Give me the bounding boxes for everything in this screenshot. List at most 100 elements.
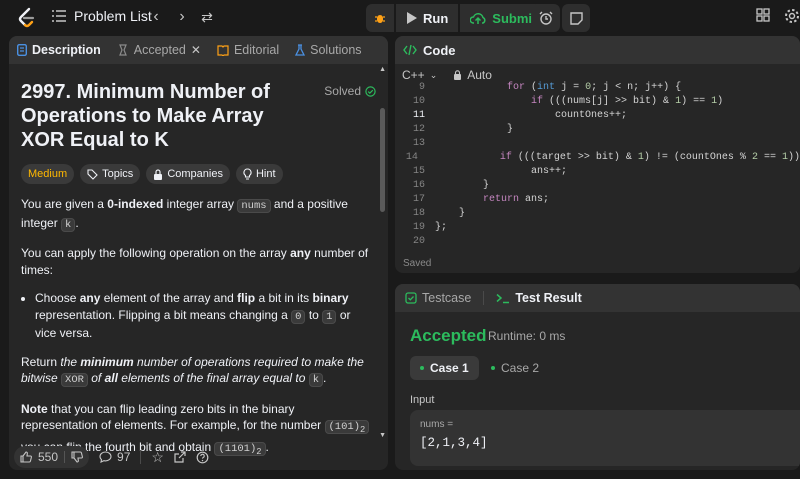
- case-2-tab[interactable]: Case 2: [481, 356, 549, 380]
- thumbs-down-icon[interactable]: [71, 451, 83, 463]
- share-icon[interactable]: [174, 451, 186, 463]
- vote-divider: [64, 451, 66, 463]
- result-status: Accepted: [410, 326, 487, 345]
- language-select[interactable]: C++ ⌄: [402, 68, 437, 82]
- code-line: 9 for (int j = 0; j < n; j++) {: [395, 81, 800, 95]
- line-text: };: [435, 222, 448, 233]
- tab-solutions-label: Solutions: [310, 43, 362, 57]
- line-number: 14: [405, 152, 418, 163]
- play-icon: [407, 12, 417, 24]
- scrollbar-thumb[interactable]: [380, 108, 385, 212]
- tab-accepted[interactable]: Accepted ✕: [117, 43, 201, 57]
- terminal-icon: [496, 293, 510, 303]
- variable-value: [2,1,3,4]: [420, 436, 488, 450]
- comment-count: 97: [117, 450, 131, 464]
- saved-status: Saved: [403, 258, 432, 269]
- vote-group: 550: [14, 446, 90, 468]
- line-text: [425, 137, 435, 151]
- line-number: 19: [412, 222, 425, 233]
- tab-description-label: Description: [32, 43, 101, 57]
- tag-icon: [87, 168, 98, 180]
- run-label: Run: [423, 10, 449, 26]
- layout-grid-icon[interactable]: [756, 8, 770, 22]
- chevron-down-icon: ⌄: [429, 69, 438, 80]
- tab-testcase[interactable]: Testcase: [405, 291, 471, 305]
- line-text: if (((nums[j] >> bit) & 1) == 1): [531, 96, 724, 107]
- code-line: 10 if (((nums[j] >> bit) & 1) == 1): [395, 95, 800, 109]
- code-header: Code: [395, 36, 800, 64]
- prev-problem-icon[interactable]: ‹: [146, 7, 166, 27]
- tab-test-result[interactable]: Test Result: [496, 291, 582, 305]
- pass-dot: [420, 366, 424, 370]
- case-1-tab[interactable]: Case 1: [410, 356, 479, 380]
- tab-editorial[interactable]: Editorial: [217, 43, 279, 57]
- problem-list-button[interactable]: Problem List: [52, 8, 152, 24]
- run-button[interactable]: Run: [396, 4, 459, 32]
- input-label: Input: [410, 394, 435, 406]
- comment-icon[interactable]: [99, 451, 112, 463]
- cloud-upload-icon: [470, 12, 486, 24]
- hint-chip[interactable]: Hint: [235, 164, 283, 184]
- notes-button[interactable]: [562, 4, 590, 32]
- problem-title[interactable]: 2997. Minimum Number of Operations to Ma…: [21, 80, 291, 152]
- companies-chip[interactable]: Companies: [146, 164, 230, 184]
- tab-description[interactable]: Description: [17, 43, 101, 57]
- code-title: Code: [423, 42, 456, 58]
- close-icon[interactable]: ✕: [191, 43, 201, 57]
- case-2-label: Case 2: [501, 361, 540, 375]
- lightbulb-icon: [243, 168, 252, 180]
- book-icon: [217, 44, 229, 56]
- shuffle-icon[interactable]: ⇄: [197, 7, 217, 27]
- topics-label: Topics: [102, 167, 134, 180]
- scroll-down-icon[interactable]: ▼: [379, 432, 386, 439]
- line-number: 10: [412, 96, 425, 107]
- code-line: 20: [395, 235, 800, 249]
- line-text: }: [435, 208, 466, 219]
- history-icon: [118, 44, 127, 56]
- flask-icon: [295, 44, 306, 56]
- bug-icon: [375, 15, 385, 23]
- gear-icon[interactable]: [784, 8, 800, 24]
- scroll-up-icon[interactable]: ▲: [379, 66, 386, 73]
- line-text: }: [435, 124, 514, 135]
- help-circle-icon[interactable]: [196, 451, 209, 464]
- checkbox-icon: [405, 292, 417, 304]
- thumbs-up-icon[interactable]: [20, 451, 32, 463]
- line-number: 18: [412, 208, 425, 219]
- line-text: countOnes++;: [435, 110, 628, 121]
- list-item: Choose any element of the array and flip…: [35, 290, 371, 342]
- tab-solutions[interactable]: Solutions: [295, 43, 362, 57]
- lock-icon: [154, 168, 163, 180]
- debug-button[interactable]: [366, 4, 394, 32]
- footer-divider: [140, 450, 142, 464]
- line-number: 12: [412, 124, 425, 135]
- auto-mode-toggle[interactable]: Auto: [453, 68, 492, 82]
- code-line: 19};: [395, 221, 800, 235]
- list-icon: [52, 10, 66, 22]
- problem-paragraph: You can apply the following operation on…: [21, 246, 369, 277]
- star-icon[interactable]: ☆: [151, 449, 164, 466]
- description-footer: 550 97 ☆: [9, 444, 388, 470]
- description-tabs: Description Accepted ✕ Editorial Solutio…: [9, 36, 388, 64]
- tab-divider: [483, 291, 485, 305]
- next-problem-icon[interactable]: ›: [172, 7, 192, 27]
- leetcode-logo-icon[interactable]: [17, 7, 37, 29]
- line-number: 9: [418, 82, 425, 93]
- line-text: }: [435, 180, 490, 191]
- line-number: 20: [412, 236, 425, 247]
- description-panel: Description Accepted ✕ Editorial Solutio…: [9, 36, 388, 470]
- auto-mode-label: Auto: [467, 68, 492, 82]
- code-line: 13: [395, 137, 800, 151]
- pass-dot: [491, 366, 495, 370]
- like-count: 550: [38, 450, 59, 464]
- timer-button[interactable]: [532, 4, 560, 32]
- difficulty-badge: Medium: [21, 164, 75, 184]
- note-icon: [569, 11, 583, 25]
- topics-chip[interactable]: Topics: [80, 164, 141, 184]
- code-editor[interactable]: 9 for (int j = 0; j < n; j++) {10 if (((…: [395, 81, 800, 249]
- submit-label: Submit: [492, 10, 537, 26]
- companies-label: Companies: [167, 167, 223, 180]
- runtime-text: Runtime: 0 ms: [488, 329, 566, 343]
- line-number: 17: [412, 194, 425, 205]
- hint-label: Hint: [255, 167, 276, 180]
